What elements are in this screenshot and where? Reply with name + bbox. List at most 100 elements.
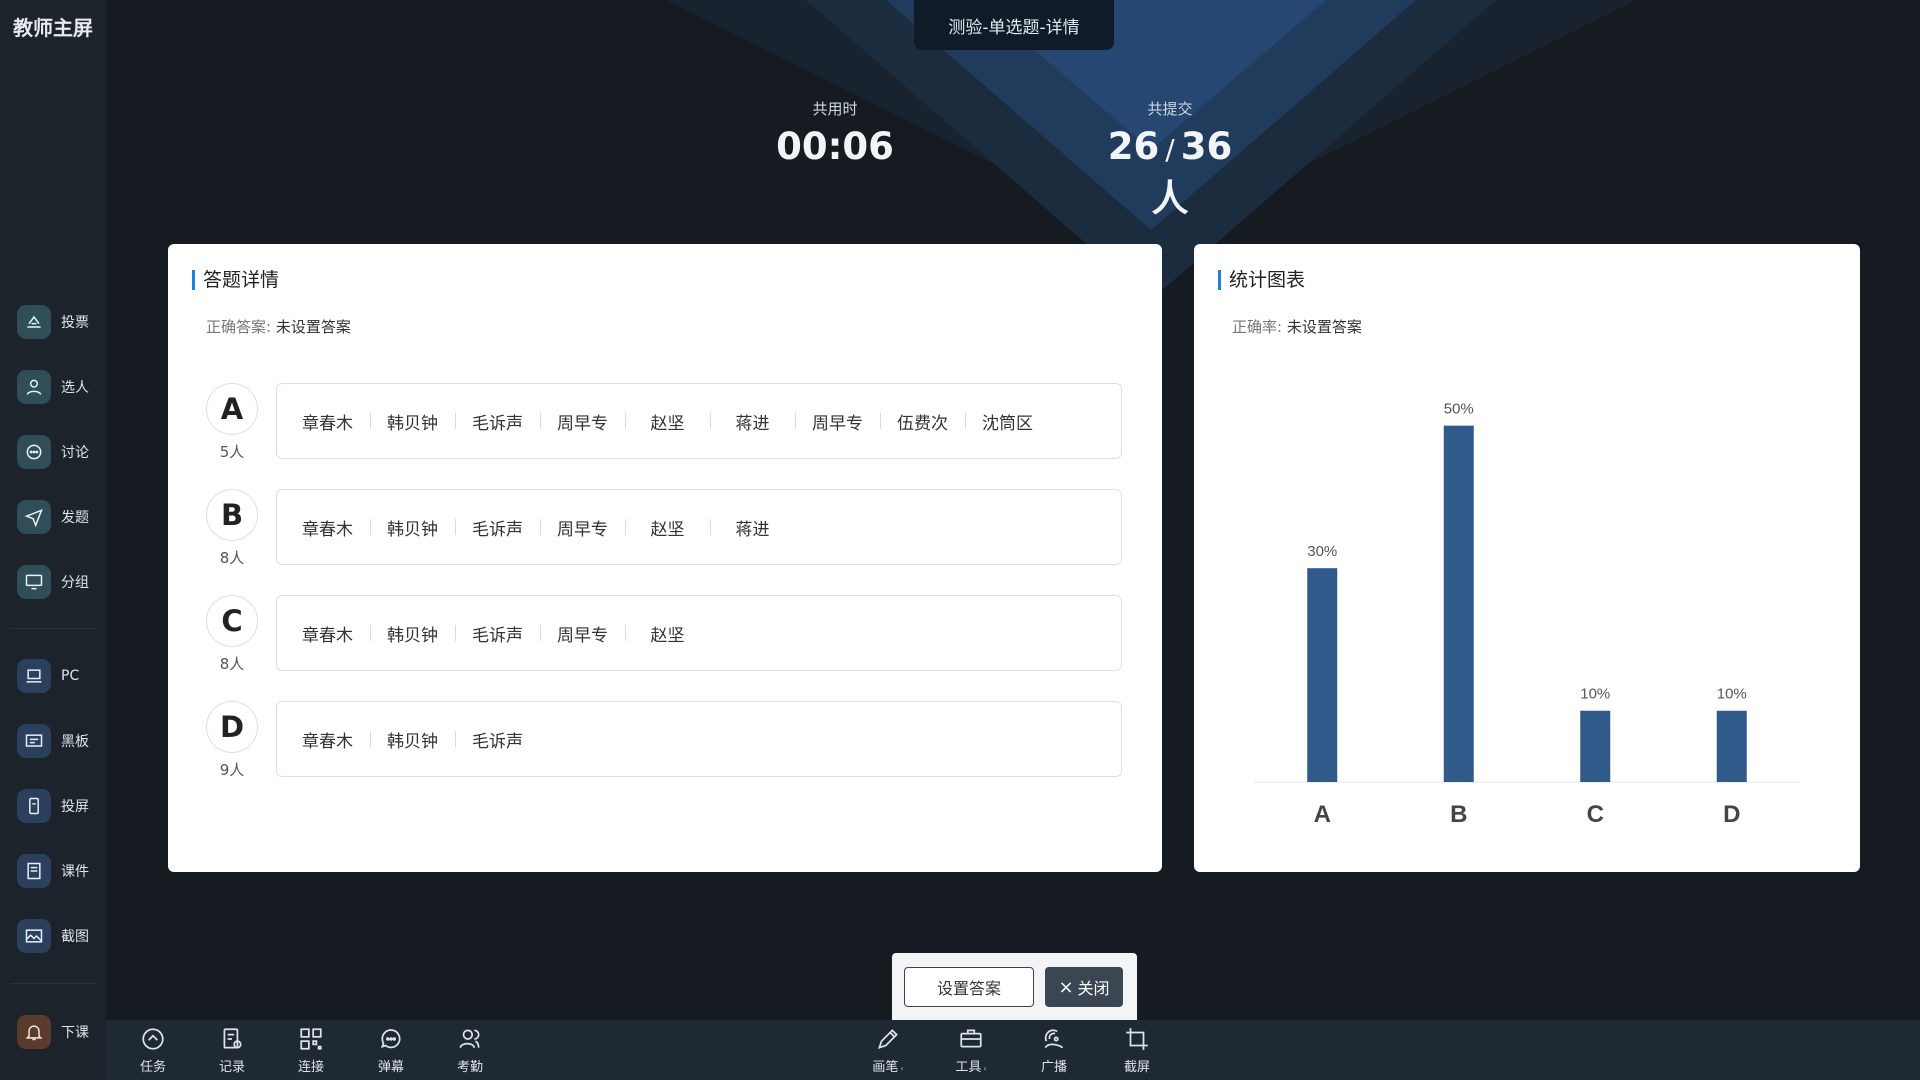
task-icon <box>142 1028 164 1050</box>
sidebar-item-screenshot[interactable]: 截图 <box>17 916 101 956</box>
sidebar-item-label: 投票 <box>61 315 89 331</box>
time-value: 00:06 <box>776 125 894 168</box>
tool-label: 截屏 <box>1123 1060 1150 1075</box>
student-name: 毛诉声 <box>455 621 540 646</box>
data-label-a: 30% <box>1307 543 1337 560</box>
student-name: 毛诉声 <box>455 727 540 752</box>
sidebar-item-label: 发题 <box>61 510 89 526</box>
tool-danmaku[interactable]: 弹幕 <box>364 1026 418 1075</box>
attendance-icon <box>459 1029 480 1049</box>
sidebar-item-pick-person[interactable]: 选人 <box>17 367 101 407</box>
action-box: 设置答案 × 关闭 <box>892 953 1137 1020</box>
close-label: 关闭 <box>1077 979 1110 998</box>
tool-record[interactable]: 记录 <box>205 1026 259 1075</box>
tool-label: 考勤 <box>456 1060 483 1075</box>
sidebar-item-courseware[interactable]: 课件 <box>17 851 101 891</box>
tool-label: 任务 <box>139 1060 166 1075</box>
toolbox-icon <box>960 1029 982 1048</box>
close-icon: × <box>1058 976 1074 998</box>
option-letter: C <box>206 595 258 647</box>
option-letter: B <box>206 489 258 541</box>
sidebar-divider <box>10 628 96 629</box>
sidebar-item-blackboard[interactable]: 黑板 <box>17 721 101 761</box>
bar-chart: 30% A 50% B 10% C 10% D <box>1254 401 1800 828</box>
time-stat: 共用时 00:06 <box>770 98 900 168</box>
sidebar-item-group[interactable]: 分组 <box>17 562 101 602</box>
chat-icon <box>17 435 51 469</box>
option-name-list: 章春木 韩贝钟 毛诉声 周早专 赵坚 蒋进 <box>276 489 1122 565</box>
student-name: 蒋进 <box>710 515 795 540</box>
sidebar-item-label: 讨论 <box>61 445 89 461</box>
tool-broadcast[interactable]: 广播 <box>1027 1026 1081 1075</box>
bell-icon <box>17 1015 51 1049</box>
student-name: 赵坚 <box>625 621 710 646</box>
student-name: 章春木 <box>302 625 353 646</box>
x-tick-label-b: B <box>1450 801 1467 828</box>
set-answer-button[interactable]: 设置答案 <box>904 967 1034 1007</box>
tool-pen[interactable]: 画笔 ‹ <box>861 1026 915 1075</box>
time-label: 共用时 <box>812 100 858 118</box>
tool-task[interactable]: 任务 <box>126 1026 180 1075</box>
student-name: 伍费次 <box>880 409 965 434</box>
student-name: 韩贝钟 <box>370 727 455 752</box>
student-name: 章春木 <box>302 731 353 752</box>
submit-value: 26/36人 <box>1090 125 1250 222</box>
bar-c <box>1580 710 1611 782</box>
x-tick-label-c: C <box>1587 801 1604 828</box>
bar-d <box>1716 710 1747 782</box>
student-name: 周早专 <box>540 621 625 646</box>
courseware-icon <box>17 854 51 888</box>
submit-stat: 共提交 26/36人 <box>1090 98 1250 222</box>
student-name: 韩贝钟 <box>370 515 455 540</box>
phone-cast-icon <box>17 789 51 823</box>
app-title: 教师主屏 <box>13 16 93 40</box>
submit-separator: / <box>1165 133 1175 166</box>
total-count: 36人 <box>1151 125 1233 220</box>
sidebar-item-label: 投屏 <box>61 799 89 815</box>
image-icon <box>17 919 51 953</box>
option-row-b: B 8人 章春木 韩贝钟 毛诉声 周早专 赵坚 蒋进 <box>206 489 1138 569</box>
sidebar-item-send-question[interactable]: 发题 <box>17 497 101 537</box>
pen-icon <box>877 1029 898 1050</box>
sidebar-item-end-class[interactable]: 下课 <box>17 1012 101 1052</box>
tool-label-text: 画笔 <box>872 1060 899 1075</box>
student-name: 赵坚 <box>625 409 710 434</box>
correct-answer: 正确答案: 未设置答案 <box>206 316 351 337</box>
monitor-icon <box>17 565 51 599</box>
option-name-list: 章春木 韩贝钟 毛诉声 周早专 赵坚 <box>276 595 1122 671</box>
sidebar-item-vote[interactable]: 投票 <box>17 302 101 342</box>
tool-label: 连接 <box>297 1060 324 1075</box>
student-name: 韩贝钟 <box>370 621 455 646</box>
option-count: 9人 <box>219 761 245 779</box>
tool-crop[interactable]: 截屏 <box>1110 1026 1164 1075</box>
bar-b <box>1443 425 1474 782</box>
tool-attendance[interactable]: 考勤 <box>443 1026 497 1075</box>
tool-label: 画笔 ‹ <box>872 1056 903 1075</box>
student-name: 沈筒区 <box>965 409 1050 434</box>
option-row-d: D 9人 章春木 韩贝钟 毛诉声 <box>206 701 1138 781</box>
sidebar-item-pc[interactable]: PC <box>17 656 101 696</box>
student-name: 周早专 <box>540 409 625 434</box>
option-letter: A <box>206 383 258 435</box>
option-row-c: C 8人 章春木 韩贝钟 毛诉声 周早专 赵坚 <box>206 595 1138 675</box>
tool-label: 广播 <box>1040 1060 1067 1075</box>
close-button[interactable]: × 关闭 <box>1045 967 1123 1007</box>
board-icon <box>17 724 51 758</box>
option-name-list: 章春木 韩贝钟 毛诉声 周早专 赵坚 蒋进 周早专 伍费次 沈筒区 <box>276 383 1122 459</box>
student-name: 毛诉声 <box>455 409 540 434</box>
tool-connect[interactable]: 连接 <box>284 1026 338 1075</box>
sidebar-item-discuss[interactable]: 讨论 <box>17 432 101 472</box>
page-title-tab: 测验-单选题-详情 <box>914 0 1114 50</box>
student-name: 周早专 <box>540 515 625 540</box>
sidebar-item-cast[interactable]: 投屏 <box>17 786 101 826</box>
student-name: 赵坚 <box>625 515 710 540</box>
option-count: 8人 <box>219 549 245 567</box>
x-tick-label-a: A <box>1314 801 1331 828</box>
tool-toolbox[interactable]: 工具 ‹ <box>944 1026 998 1075</box>
student-name: 韩贝钟 <box>370 409 455 434</box>
submit-label: 共提交 <box>1147 100 1193 118</box>
tool-label-text: 工具 <box>955 1060 982 1075</box>
student-name: 章春木 <box>302 519 353 540</box>
tool-label: 工具 ‹ <box>955 1056 986 1075</box>
sidebar-item-label: 课件 <box>61 864 89 880</box>
